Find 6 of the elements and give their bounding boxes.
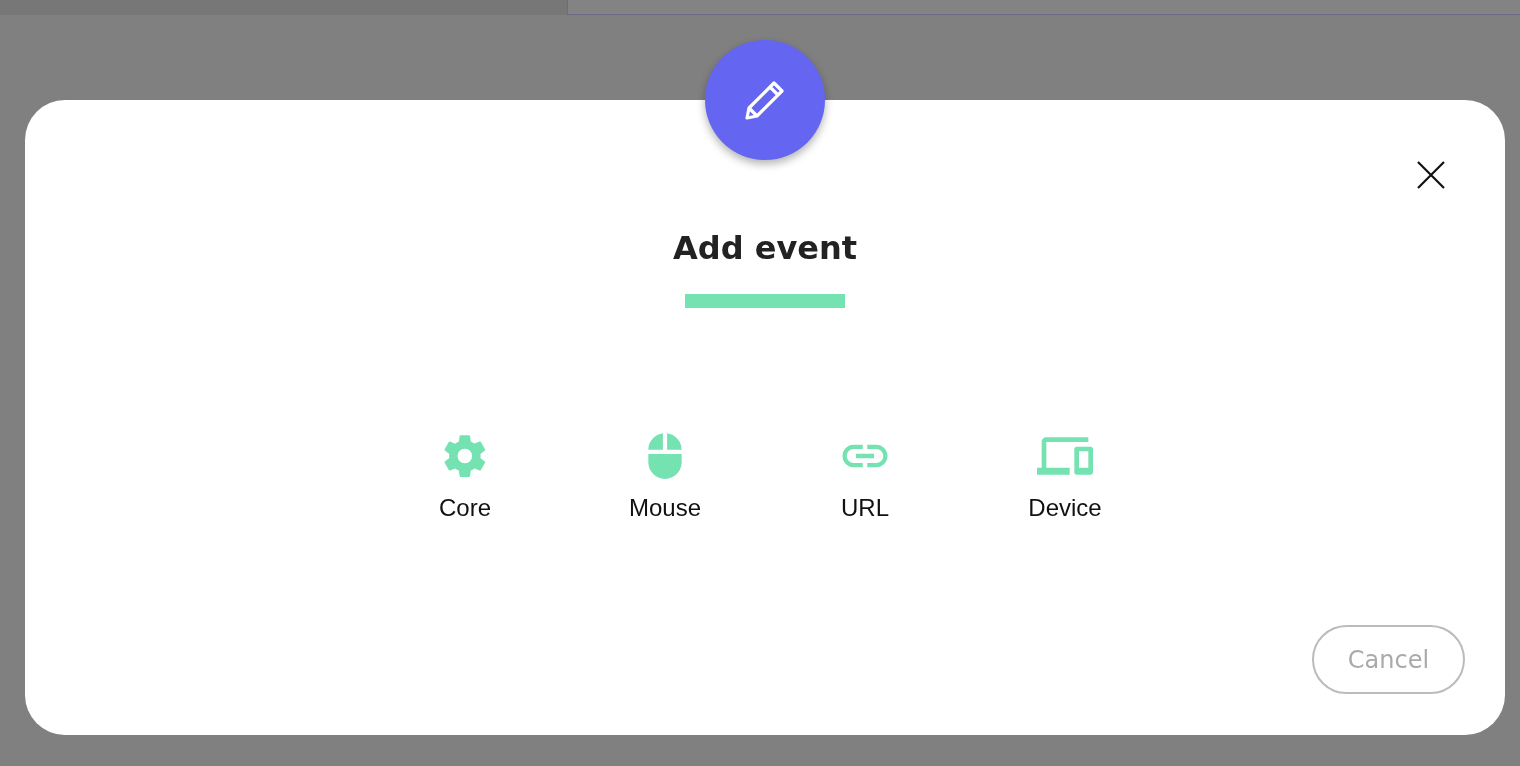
event-type-option[interactable]: Device [965,428,1165,522]
event-type-option[interactable]: Core [365,428,565,522]
event-type-option[interactable]: Mouse [565,428,765,522]
close-icon[interactable] [1417,161,1445,189]
dialog-title: Add event [672,228,858,268]
event-type-option[interactable]: URL [765,428,965,522]
